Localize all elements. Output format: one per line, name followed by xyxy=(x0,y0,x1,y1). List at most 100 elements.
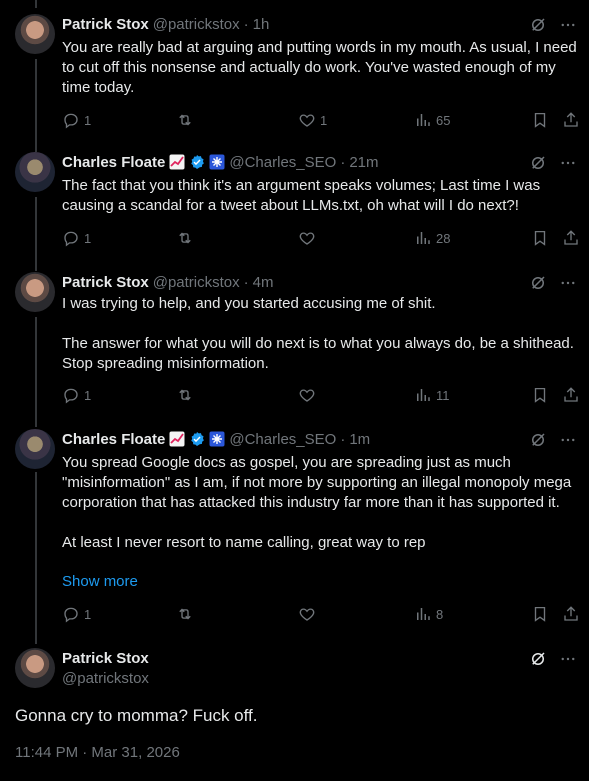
reply-post[interactable]: Patrick Stox @patrickstox · 1h You are r… xyxy=(0,14,589,138)
author-name[interactable]: Charles Floate xyxy=(62,154,165,171)
views-icon xyxy=(417,608,430,620)
more-icon[interactable] xyxy=(559,154,577,177)
separator: · xyxy=(243,273,249,291)
author-handle[interactable]: @Charles_SEO xyxy=(229,431,336,448)
chart-emoji-icon xyxy=(169,154,185,170)
bookmark-button[interactable] xyxy=(531,229,549,247)
views-icon xyxy=(417,114,430,126)
repost-icon xyxy=(179,232,191,244)
reply-button[interactable]: 1 xyxy=(62,111,91,129)
post-time[interactable]: 1h xyxy=(253,16,270,33)
author-handle[interactable]: @patrickstox xyxy=(153,16,240,33)
reply-post[interactable]: Charles Floate @Charles_SEO · 1m You spr… xyxy=(0,429,589,625)
avatar[interactable] xyxy=(15,272,55,312)
share-button[interactable] xyxy=(562,229,580,247)
like-icon xyxy=(299,608,315,621)
more-icon[interactable] xyxy=(559,650,577,673)
reply-button[interactable]: 1 xyxy=(62,386,91,404)
views-icon xyxy=(417,389,430,401)
grok-icon[interactable] xyxy=(529,16,547,39)
post-timestamp[interactable]: 11:44 PM · Mar 31, 2026 xyxy=(15,744,180,761)
separator: · xyxy=(340,430,346,448)
more-icon[interactable] xyxy=(559,16,577,39)
verified-badge-icon[interactable] xyxy=(189,154,205,170)
post-time[interactable]: 4m xyxy=(253,274,274,291)
views-button[interactable]: 28 xyxy=(414,229,450,247)
post-header: Patrick Stox @patrickstox · 1h xyxy=(62,14,269,34)
bookmark-button[interactable] xyxy=(531,111,549,129)
post-top-actions xyxy=(529,431,577,454)
grok-icon[interactable] xyxy=(529,154,547,177)
share-button[interactable] xyxy=(562,605,580,623)
share-button[interactable] xyxy=(562,386,580,404)
post-time[interactable]: 1m xyxy=(349,431,370,448)
like-icon xyxy=(299,389,315,402)
post-top-actions xyxy=(529,154,577,177)
reply-icon xyxy=(64,113,78,129)
author-name[interactable]: Patrick Stox xyxy=(62,650,149,667)
separator: · xyxy=(340,153,346,171)
action-bar: 1 8 xyxy=(62,605,583,625)
author-handle[interactable]: @patrickstox xyxy=(153,274,240,291)
share-button[interactable] xyxy=(562,111,580,129)
reply-icon xyxy=(64,388,78,404)
bookmark-button[interactable] xyxy=(531,386,549,404)
thread-line xyxy=(35,0,37,8)
reply-button[interactable]: 1 xyxy=(62,605,91,623)
affiliate-badge-icon[interactable] xyxy=(209,154,225,170)
post-top-actions xyxy=(529,16,577,39)
show-more-link[interactable]: Show more xyxy=(62,573,138,590)
like-button[interactable]: 1 xyxy=(298,111,327,129)
author-handle[interactable]: @patrickstox xyxy=(62,670,149,687)
share-icon xyxy=(564,230,578,245)
repost-icon xyxy=(179,389,191,401)
bookmark-icon xyxy=(534,230,546,246)
post-time[interactable]: 21m xyxy=(349,154,378,171)
share-icon xyxy=(564,387,578,402)
views-button[interactable]: 11 xyxy=(414,386,450,404)
reply-post[interactable]: Charles Floate @Charles_SEO · 21m The fa… xyxy=(0,152,589,256)
views-button[interactable]: 65 xyxy=(414,111,450,129)
repost-button[interactable] xyxy=(176,605,198,623)
author-name[interactable]: Patrick Stox xyxy=(62,274,149,291)
avatar[interactable] xyxy=(15,429,55,469)
author-name[interactable]: Charles Floate xyxy=(62,431,165,448)
avatar[interactable] xyxy=(15,14,55,54)
repost-button[interactable] xyxy=(176,386,198,404)
like-button[interactable] xyxy=(298,386,320,404)
avatar[interactable] xyxy=(15,648,55,688)
like-icon xyxy=(299,114,315,127)
reply-button[interactable]: 1 xyxy=(62,229,91,247)
post-header: Charles Floate @Charles_SEO · 21m xyxy=(62,152,379,172)
views-button[interactable]: 8 xyxy=(414,605,443,623)
views-count: 8 xyxy=(436,606,444,622)
verified-badge-icon[interactable] xyxy=(189,431,205,447)
author-name[interactable]: Patrick Stox xyxy=(62,16,149,33)
grok-icon[interactable] xyxy=(529,650,547,673)
avatar[interactable] xyxy=(15,152,55,192)
views-count: 11 xyxy=(436,387,450,403)
bookmark-icon xyxy=(534,606,546,622)
focused-post: Patrick Stox @patrickstox Gonna cry to m… xyxy=(0,648,589,773)
repost-button[interactable] xyxy=(176,229,198,247)
post-header: Charles Floate @Charles_SEO · 1m xyxy=(62,429,370,449)
like-count: 1 xyxy=(320,112,328,128)
more-icon[interactable] xyxy=(559,431,577,454)
like-button[interactable] xyxy=(298,605,320,623)
views-count: 28 xyxy=(436,230,451,246)
action-bar: 1 11 xyxy=(62,386,583,406)
bookmark-icon xyxy=(534,387,546,403)
repost-button[interactable] xyxy=(176,111,198,129)
repost-icon xyxy=(179,608,191,620)
author-handle[interactable]: @Charles_SEO xyxy=(229,154,336,171)
reply-count: 1 xyxy=(84,112,92,128)
like-button[interactable] xyxy=(298,229,320,247)
action-bar: 1 1 65 xyxy=(62,111,583,131)
chart-emoji-icon xyxy=(169,431,185,447)
affiliate-badge-icon[interactable] xyxy=(209,431,225,447)
reply-count: 1 xyxy=(84,606,92,622)
bookmark-button[interactable] xyxy=(531,605,549,623)
grok-icon[interactable] xyxy=(529,431,547,454)
post-header: Patrick Stox @patrickstox · 4m xyxy=(62,272,273,292)
reply-post[interactable]: Patrick Stox @patrickstox · 4m I was try… xyxy=(0,272,589,412)
